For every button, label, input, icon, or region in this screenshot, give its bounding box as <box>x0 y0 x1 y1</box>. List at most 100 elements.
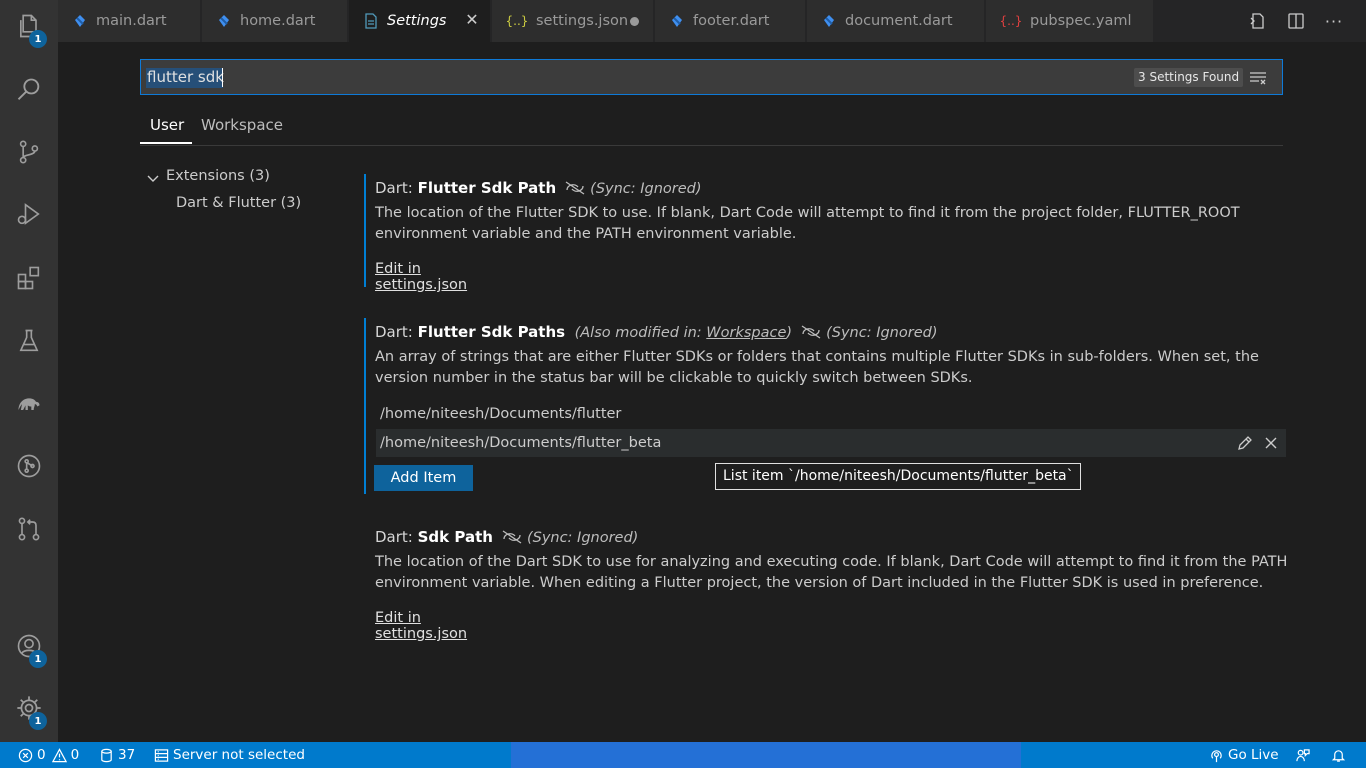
tab-label: document.dart <box>845 13 953 29</box>
warning-count: 0 <box>70 747 80 763</box>
manage-gear-icon[interactable]: 1 <box>0 684 58 732</box>
setting-title: Dart: Flutter Sdk Path (Sync: Ignored) <box>375 179 702 197</box>
settings-editor: flutter sdk 3 Settings Found User Worksp… <box>58 42 1366 742</box>
database-count: 37 <box>118 747 136 763</box>
setting-category: Dart: <box>375 179 418 197</box>
list-item-tooltip: List item `/home/niteesh/Documents/flutt… <box>715 463 1081 490</box>
accounts-badge: 1 <box>29 650 47 668</box>
editor-tab-bar: main.dart home.dart Settings ✕ {..} sett… <box>58 0 1366 42</box>
toc-extensions[interactable]: Extensions (3) <box>166 168 270 184</box>
settings-search-box[interactable]: flutter sdk 3 Settings Found <box>140 59 1283 95</box>
server-list-icon <box>154 748 169 762</box>
setting-name: Flutter Sdk Paths <box>417 323 566 341</box>
database-status[interactable]: 37 <box>99 742 135 768</box>
add-item-button[interactable]: Add Item <box>374 465 473 491</box>
setting-category: Dart: <box>375 323 418 341</box>
open-settings-json-icon[interactable] <box>1248 11 1268 31</box>
modified-suffix: ) <box>786 325 793 341</box>
json-icon: {..} <box>505 14 529 28</box>
chevron-down-icon[interactable] <box>146 171 160 185</box>
tab-document-dart[interactable]: document.dart <box>807 0 985 42</box>
explorer-icon[interactable]: 1 <box>0 2 58 50</box>
tab-workspace[interactable]: Workspace <box>201 116 283 134</box>
sync-ignored-icon <box>801 325 821 339</box>
edit-item-icon[interactable] <box>1236 434 1254 452</box>
settings-found-badge: 3 Settings Found <box>1134 68 1244 87</box>
tab-user[interactable]: User <box>150 116 184 134</box>
notifications-bell-icon[interactable] <box>1331 742 1350 768</box>
tab-settings[interactable]: Settings ✕ <box>349 0 491 42</box>
tab-home-dart[interactable]: home.dart <box>202 0 348 42</box>
tab-main-dart[interactable]: main.dart <box>58 0 201 42</box>
go-live-label: Go Live <box>1228 747 1279 763</box>
pull-request-icon[interactable] <box>0 505 58 553</box>
dart-icon <box>72 13 88 29</box>
source-control-icon[interactable] <box>0 128 58 176</box>
error-count: 0 <box>37 747 46 763</box>
setting-title: Dart: Flutter Sdk Paths (Also modified i… <box>375 323 937 341</box>
clear-filter-icon[interactable] <box>1248 68 1268 88</box>
tab-label: pubspec.yaml <box>1030 13 1132 29</box>
sync-ignored-icon <box>502 530 522 544</box>
close-icon[interactable]: ✕ <box>464 12 480 28</box>
edit-in-settings-json-link[interactable]: Edit in settings.json <box>375 261 467 293</box>
server-label: Server not selected <box>173 747 305 763</box>
extensions-icon[interactable] <box>0 254 58 302</box>
setting-name: Sdk Path <box>417 528 493 546</box>
yaml-icon: {..} <box>999 14 1023 28</box>
accounts-icon[interactable]: 1 <box>0 622 58 670</box>
run-debug-icon[interactable] <box>0 190 58 238</box>
settings-file-icon <box>363 13 379 29</box>
list-item-text: /home/niteesh/Documents/flutter_beta <box>380 435 662 451</box>
modified-dot-icon[interactable] <box>630 17 639 26</box>
tab-pubspec-yaml[interactable]: {..} pubspec.yaml <box>986 0 1154 42</box>
git-graph-icon[interactable] <box>0 442 58 490</box>
tab-label: home.dart <box>240 13 316 29</box>
settings-scope-tabs: User Workspace <box>140 102 1283 146</box>
tab-settings-json[interactable]: {..} settings.json <box>492 0 654 42</box>
database-icon <box>101 748 112 762</box>
sync-status: Sync: Ignored) <box>831 325 938 341</box>
workspace-link[interactable]: Workspace <box>706 325 786 341</box>
search-input[interactable]: flutter sdk <box>147 68 224 86</box>
explorer-badge: 1 <box>29 30 47 48</box>
text-caret <box>222 68 223 87</box>
setting-description: An array of strings that are either Flut… <box>375 349 1259 386</box>
sync-status: Sync: Ignored) <box>532 530 639 546</box>
error-icon <box>18 748 33 762</box>
go-live-button[interactable]: Go Live <box>1209 742 1279 768</box>
setting-description: The location of the Flutter SDK to use. … <box>375 205 1240 242</box>
database-elephant-icon[interactable] <box>0 379 58 427</box>
manage-badge: 1 <box>29 712 47 730</box>
toc-dart-flutter[interactable]: Dart & Flutter (3) <box>176 195 301 211</box>
edit-in-settings-json-link[interactable]: Edit in settings.json <box>375 610 467 642</box>
setting-description: The location of the Dart SDK to use for … <box>375 554 1288 591</box>
sync-status: Sync: Ignored) <box>595 181 702 197</box>
tab-label: footer.dart <box>693 13 770 29</box>
problems-status[interactable]: 0 0 <box>18 742 79 768</box>
tab-label: main.dart <box>96 13 167 29</box>
more-actions-icon[interactable]: ··· <box>1324 11 1344 31</box>
remove-item-icon[interactable] <box>1262 434 1280 452</box>
warning-icon <box>51 747 67 762</box>
broadcast-icon <box>1211 749 1222 762</box>
list-item-hovered[interactable]: /home/niteesh/Documents/flutter_beta <box>376 429 1286 457</box>
status-bar: 0 0 37 Server not selected Go Live <box>0 742 1366 768</box>
setting-name: Flutter Sdk Path <box>417 179 557 197</box>
activity-bar: 1 1 1 <box>0 0 58 742</box>
tab-label: settings.json <box>536 13 629 29</box>
active-tab-underline <box>140 142 192 144</box>
testing-icon[interactable] <box>0 317 58 365</box>
dart-icon <box>669 13 685 29</box>
setting-focus-bar <box>364 174 366 287</box>
feedback-icon[interactable] <box>1295 742 1314 768</box>
tab-footer-dart[interactable]: footer.dart <box>655 0 806 42</box>
server-status[interactable]: Server not selected <box>154 742 305 768</box>
setting-category: Dart: <box>375 528 418 546</box>
split-editor-icon[interactable] <box>1286 11 1306 31</box>
search-icon[interactable] <box>0 66 58 114</box>
tab-label: Settings <box>387 13 447 29</box>
list-item[interactable]: /home/niteesh/Documents/flutter <box>376 400 1286 428</box>
sync-ignored-icon <box>565 181 585 195</box>
setting-focus-bar <box>364 318 366 494</box>
